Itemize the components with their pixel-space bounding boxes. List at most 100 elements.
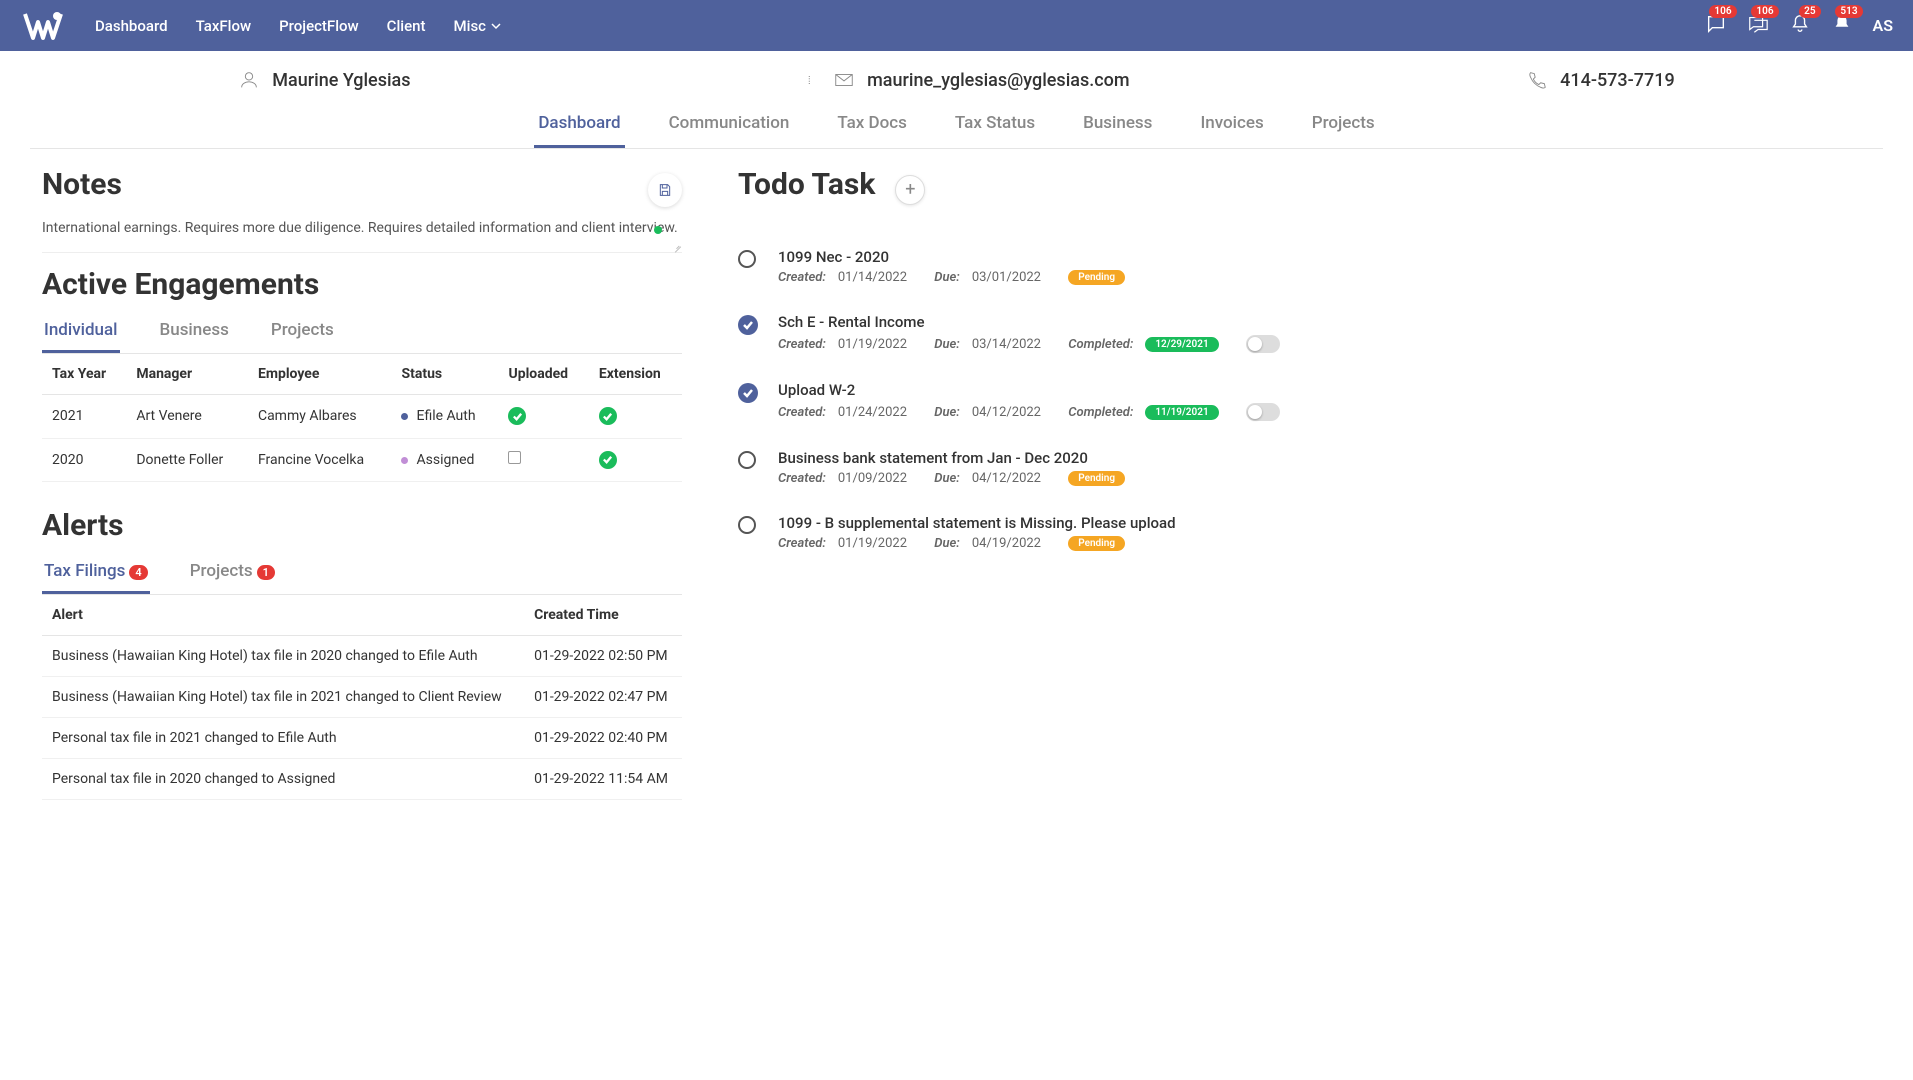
engagement-row[interactable]: 2020Donette FollerFrancine VocelkaAssign…	[42, 438, 682, 482]
todo-checkbox	[738, 383, 758, 403]
cell-uploaded	[498, 438, 588, 482]
resize-handle[interactable]	[670, 240, 682, 252]
subtab-dashboard[interactable]: Dashboard	[534, 103, 624, 148]
chevron-down-icon	[491, 21, 501, 31]
chat-badge: 106	[1709, 5, 1736, 18]
nav-projectflow[interactable]: ProjectFlow	[279, 17, 359, 35]
alert-row[interactable]: Business (Hawaiian King Hotel) tax file …	[42, 636, 682, 677]
nav-dashboard[interactable]: Dashboard	[95, 17, 168, 35]
todo-check-empty-icon[interactable]	[738, 250, 756, 268]
nav-client[interactable]: Client	[387, 17, 426, 35]
left-column: Notes International earnings. Requires m…	[42, 167, 682, 800]
todo-check-done-icon[interactable]	[738, 383, 758, 403]
todo-check-empty-icon[interactable]	[738, 516, 756, 534]
cell-manager: Art Venere	[126, 395, 248, 439]
todo-title: Todo Task	[738, 167, 875, 202]
checkbox-empty[interactable]	[508, 451, 521, 464]
nav-chat-icon[interactable]: 106	[1705, 13, 1727, 39]
subtab-invoices[interactable]: Invoices	[1196, 103, 1267, 148]
subtab-business[interactable]: Business	[1079, 103, 1156, 148]
cell-year: 2021	[42, 395, 126, 439]
todo-item-title: 1099 - B supplemental statement is Missi…	[778, 514, 1871, 532]
client-header: Maurine Yglesias maurine_yglesias@yglesi…	[0, 51, 1913, 103]
alert-text: Business (Hawaiian King Hotel) tax file …	[42, 677, 524, 718]
alerts-section: Alerts Tax Filings4 Projects1 Alert Crea…	[42, 508, 682, 800]
nav-alerts-icon[interactable]: 25	[1789, 13, 1811, 39]
todo-item: Business bank statement from Jan - Dec 2…	[738, 435, 1871, 500]
cell-status: Efile Auth	[391, 395, 498, 439]
user-avatar[interactable]: AS	[1873, 16, 1893, 35]
completed-pill: 11/19/2021	[1145, 405, 1218, 420]
person-icon	[238, 69, 260, 91]
todo-toggle[interactable]	[1246, 403, 1280, 421]
engagement-tab-business[interactable]: Business	[158, 312, 231, 353]
subtab-communication[interactable]: Communication	[665, 103, 794, 148]
notifications-badge: 513	[1835, 5, 1862, 18]
alert-text: Business (Hawaiian King Hotel) tax file …	[42, 636, 524, 677]
alert-time: 01-29-2022 02:50 PM	[524, 636, 682, 677]
nav-messages-icon[interactable]: 106	[1747, 13, 1769, 39]
cell-employee: Francine Vocelka	[248, 438, 392, 482]
top-nav: Dashboard TaxFlow ProjectFlow Client Mis…	[0, 0, 1913, 51]
right-column: Todo Task + 1099 Nec - 2020Created: 01/1…	[738, 167, 1871, 800]
engagements-header: Employee	[248, 354, 392, 395]
list-icon	[807, 69, 821, 91]
todo-meta: Created: 01/24/2022 Due: 04/12/2022 Comp…	[778, 403, 1871, 421]
nav-notifications-icon[interactable]: 513	[1831, 13, 1853, 39]
todo-meta: Created: 01/19/2022 Due: 03/14/2022 Comp…	[778, 335, 1871, 353]
pending-pill: Pending	[1068, 270, 1125, 285]
cell-extension	[589, 438, 682, 482]
completed-pill: 12/29/2021	[1145, 337, 1218, 352]
todo-item: Upload W-2 Created: 01/24/2022 Due: 04/12…	[738, 367, 1871, 435]
alerts-header-alert: Alert	[42, 595, 524, 636]
notes-box: International earnings. Requires more du…	[42, 212, 682, 253]
subtab-projects[interactable]: Projects	[1308, 103, 1379, 148]
engagements-tabs: Individual Business Projects	[42, 312, 682, 354]
nav-misc[interactable]: Misc	[454, 17, 502, 35]
engagement-tab-projects[interactable]: Projects	[269, 312, 336, 353]
cell-manager: Donette Foller	[126, 438, 248, 482]
nav-right: 106 106 25 513 AS	[1705, 13, 1893, 39]
subtab-taxdocs[interactable]: Tax Docs	[833, 103, 911, 148]
todo-checkbox	[738, 451, 758, 469]
client-subtabs: Dashboard Communication Tax Docs Tax Sta…	[30, 103, 1883, 149]
cell-extension	[589, 395, 682, 439]
client-name-text: Maurine Yglesias	[272, 70, 410, 91]
alert-text: Personal tax file in 2021 changed to Efi…	[42, 718, 524, 759]
todo-item-title: 1099 Nec - 2020	[778, 248, 1871, 266]
add-todo-button[interactable]: +	[895, 175, 925, 205]
alert-row[interactable]: Personal tax file in 2021 changed to Efi…	[42, 718, 682, 759]
cell-year: 2020	[42, 438, 126, 482]
logo[interactable]	[20, 8, 65, 43]
messages-badge: 106	[1751, 5, 1778, 18]
notes-textarea[interactable]: International earnings. Requires more du…	[42, 212, 682, 252]
todo-check-done-icon[interactable]	[738, 315, 758, 335]
todo-body: Upload W-2 Created: 01/24/2022 Due: 04/12…	[778, 381, 1871, 421]
engagement-row[interactable]: 2021Art VenereCammy AlbaresEfile Auth	[42, 395, 682, 439]
todo-check-empty-icon[interactable]	[738, 451, 756, 469]
todo-item-title: Upload W-2	[778, 381, 1871, 399]
todo-checkbox	[738, 315, 758, 335]
todo-checkbox	[738, 250, 758, 268]
pending-pill: Pending	[1068, 536, 1125, 551]
nav-taxflow[interactable]: TaxFlow	[196, 17, 252, 35]
engagement-tab-individual[interactable]: Individual	[42, 312, 120, 353]
alert-row[interactable]: Business (Hawaiian King Hotel) tax file …	[42, 677, 682, 718]
todo-body: Business bank statement from Jan - Dec 2…	[778, 449, 1871, 486]
cell-status: Assigned	[391, 438, 498, 482]
alerts-tab-projects[interactable]: Projects1	[188, 553, 277, 594]
alerts-tab-taxfilings[interactable]: Tax Filings4	[42, 553, 150, 594]
notes-header: Notes	[42, 167, 682, 212]
todo-checkbox	[738, 516, 758, 534]
todo-item: Sch E - Rental IncomeCreated: 01/19/2022…	[738, 299, 1871, 367]
engagements-title: Active Engagements	[42, 267, 682, 302]
todo-body: 1099 Nec - 2020Created: 01/14/2022 Due: …	[778, 248, 1871, 285]
phone-icon	[1526, 69, 1548, 91]
engagements-table: Tax YearManagerEmployeeStatusUploadedExt…	[42, 354, 682, 482]
alerts-tabs: Tax Filings4 Projects1	[42, 553, 682, 595]
subtab-taxstatus[interactable]: Tax Status	[951, 103, 1039, 148]
save-notes-button[interactable]	[648, 173, 682, 207]
alert-row[interactable]: Personal tax file in 2020 changed to Ass…	[42, 759, 682, 800]
todo-toggle[interactable]	[1246, 335, 1280, 353]
taxfilings-count: 4	[129, 565, 147, 580]
